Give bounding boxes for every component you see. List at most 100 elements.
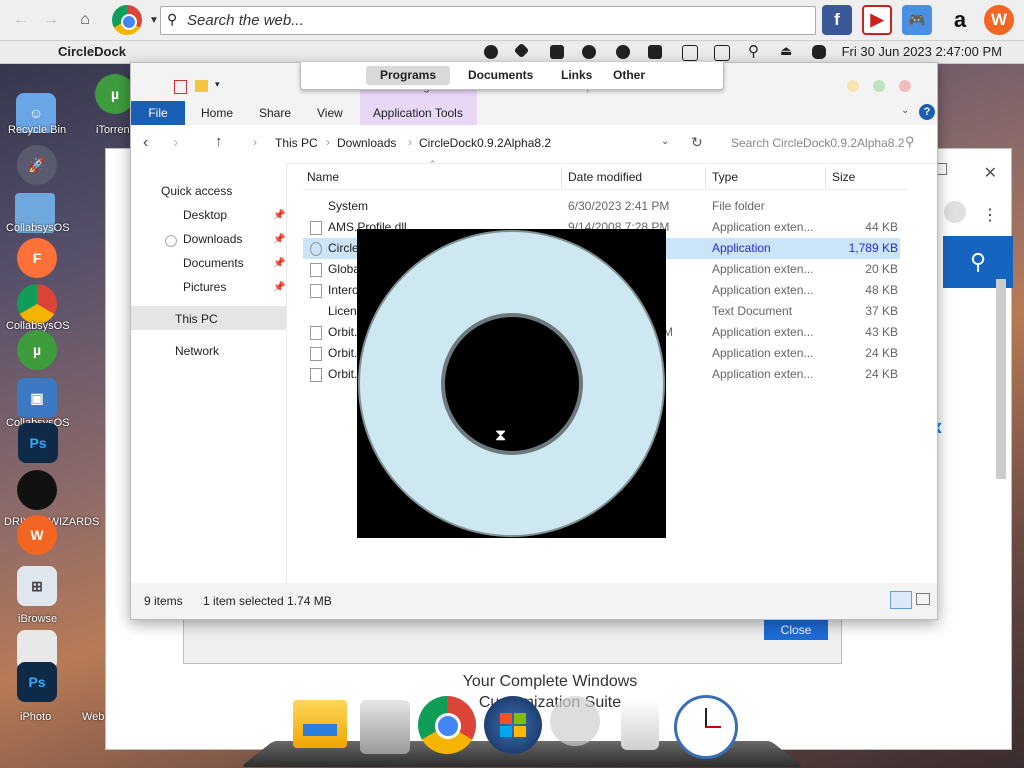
facebook-icon[interactable]: f: [822, 5, 852, 35]
circle-dock-overlay[interactable]: ⧗: [357, 229, 666, 538]
close-button[interactable]: [899, 80, 911, 92]
large-icons-view-icon[interactable]: [916, 593, 930, 605]
zoom-button[interactable]: [873, 80, 885, 92]
nav-documents[interactable]: Documents: [183, 256, 244, 270]
back-icon[interactable]: ‹: [143, 134, 148, 152]
menu-item-other[interactable]: Other: [613, 68, 645, 82]
column-name[interactable]: Name: [307, 170, 339, 184]
camera-icon[interactable]: [582, 45, 596, 59]
file-type: File folder: [712, 199, 765, 213]
webcompanion-icon[interactable]: W: [17, 515, 57, 555]
photoshop-icon[interactable]: Ps: [18, 423, 58, 463]
sidebar-icon[interactable]: [682, 45, 698, 61]
ibrowse-icon[interactable]: ⊞: [17, 566, 57, 606]
trash-dock-icon[interactable]: [621, 700, 659, 750]
details-view-icon[interactable]: [890, 591, 912, 609]
chevron-down-icon[interactable]: ⌄: [901, 105, 909, 116]
nav-network[interactable]: Network: [175, 344, 219, 358]
breadcrumb-this-pc[interactable]: This PC: [275, 136, 318, 150]
control-center-icon[interactable]: [812, 45, 826, 59]
up-icon[interactable]: ↑: [215, 133, 223, 150]
home-icon[interactable]: ⌂: [74, 9, 96, 31]
window-icon[interactable]: [648, 45, 662, 59]
column-type[interactable]: Type: [712, 170, 738, 184]
webcompanion-icon[interactable]: W: [984, 5, 1014, 35]
utorrent-icon[interactable]: µ: [17, 330, 57, 370]
windows-dock-icon[interactable]: [484, 696, 542, 754]
dll-file-icon: [310, 284, 322, 298]
wordpress-icon[interactable]: [616, 45, 630, 59]
chrome-icon[interactable]: [112, 5, 142, 35]
gamepad-icon[interactable]: 🎮: [902, 5, 932, 35]
properties-icon[interactable]: [174, 80, 187, 94]
file-size: 24 KB: [865, 367, 898, 381]
help-icon[interactable]: ?: [919, 104, 935, 120]
table-row[interactable]: System 6/30/2023 2:41 PM File folder: [303, 196, 900, 217]
nav-downloads[interactable]: Downloads: [183, 232, 242, 246]
close-button[interactable]: Close: [764, 620, 828, 640]
column-date[interactable]: Date modified: [568, 170, 642, 184]
scrollbar[interactable]: [996, 279, 1006, 479]
settings-dock-icon[interactable]: [550, 696, 600, 746]
amazon-icon[interactable]: a: [945, 5, 975, 35]
chrome-icon[interactable]: [17, 284, 57, 324]
tool-icon[interactable]: [550, 45, 564, 59]
tab-application-tools[interactable]: Application Tools: [373, 106, 463, 120]
kebab-menu-icon[interactable]: ⋮: [982, 205, 998, 225]
firefox-icon[interactable]: F: [17, 238, 57, 278]
column-size[interactable]: Size: [832, 170, 855, 184]
nav-quick-access[interactable]: Quick access: [161, 184, 232, 198]
web-search-input[interactable]: ⚲ Search the web...: [160, 6, 816, 35]
pin-icon: 📌: [273, 258, 286, 269]
photoshop-icon[interactable]: Ps: [17, 662, 57, 702]
file-type: Application: [712, 241, 771, 255]
file-type: Application exten...: [712, 283, 814, 297]
tab-home[interactable]: Home: [201, 106, 233, 120]
search-icon[interactable]: ⚲: [748, 42, 759, 60]
apple-logo-icon[interactable]: [17, 470, 57, 510]
minimize-button[interactable]: [847, 80, 859, 92]
youtube-icon[interactable]: ▶: [862, 5, 892, 35]
desktop-icon-label: iBrowse: [18, 613, 58, 625]
close-icon[interactable]: ✕: [984, 163, 997, 183]
nav-this-pc[interactable]: This PC: [175, 312, 218, 326]
sort-icon: ⌃: [429, 159, 437, 169]
menu-item-links[interactable]: Links: [561, 68, 592, 82]
file-explorer-dock-icon[interactable]: [293, 700, 347, 748]
file-size: 43 KB: [865, 325, 898, 339]
disk-utility-dock-icon[interactable]: [360, 700, 410, 754]
nav-desktop[interactable]: Desktop: [183, 208, 227, 222]
chrome-dock-icon[interactable]: [418, 696, 476, 754]
file-size: 20 KB: [865, 262, 898, 276]
spotlight-app-icon[interactable]: [484, 45, 498, 59]
breadcrumb[interactable]: › This PC › Downloads › CircleDock0.9.2A…: [253, 131, 683, 155]
tab-share[interactable]: Share: [259, 106, 291, 120]
back-icon[interactable]: ←: [10, 9, 32, 31]
chevron-down-icon[interactable]: ▾: [215, 79, 220, 90]
avatar[interactable]: [944, 201, 966, 223]
refresh-icon[interactable]: ↻: [691, 134, 703, 151]
launchpad-icon[interactable]: 🚀: [17, 145, 57, 185]
nav-this-pc-row[interactable]: This PC: [131, 306, 286, 330]
diamond-icon[interactable]: [513, 42, 530, 59]
menu-item-documents[interactable]: Documents: [468, 68, 533, 82]
nav-pictures[interactable]: Pictures: [183, 280, 226, 294]
dll-file-icon: [310, 326, 322, 340]
breadcrumb-downloads[interactable]: Downloads: [337, 136, 396, 150]
folder-search-input[interactable]: Search CircleDock0.9.2Alpha8.2 ⚲: [723, 131, 923, 155]
breadcrumb-folder[interactable]: CircleDock0.9.2Alpha8.2: [419, 136, 551, 150]
tab-view[interactable]: View: [317, 106, 343, 120]
app-icon[interactable]: ▣: [17, 378, 57, 418]
tab-file[interactable]: File: [131, 101, 185, 125]
clock-dock-icon[interactable]: [674, 695, 738, 759]
keyboard-icon[interactable]: [714, 45, 730, 61]
forward-icon[interactable]: ›: [173, 134, 178, 152]
eject-icon[interactable]: ⏏: [780, 43, 792, 59]
selection-info: 1 item selected 1.74 MB: [203, 594, 332, 608]
menu-item-programs[interactable]: Programs: [380, 68, 436, 82]
utorrent-icon[interactable]: µ: [95, 74, 135, 114]
chevron-down-icon[interactable]: ⌄: [661, 136, 669, 147]
file-name: Circle: [328, 241, 359, 255]
folder-icon[interactable]: [195, 80, 208, 92]
forward-icon[interactable]: →: [40, 9, 62, 31]
